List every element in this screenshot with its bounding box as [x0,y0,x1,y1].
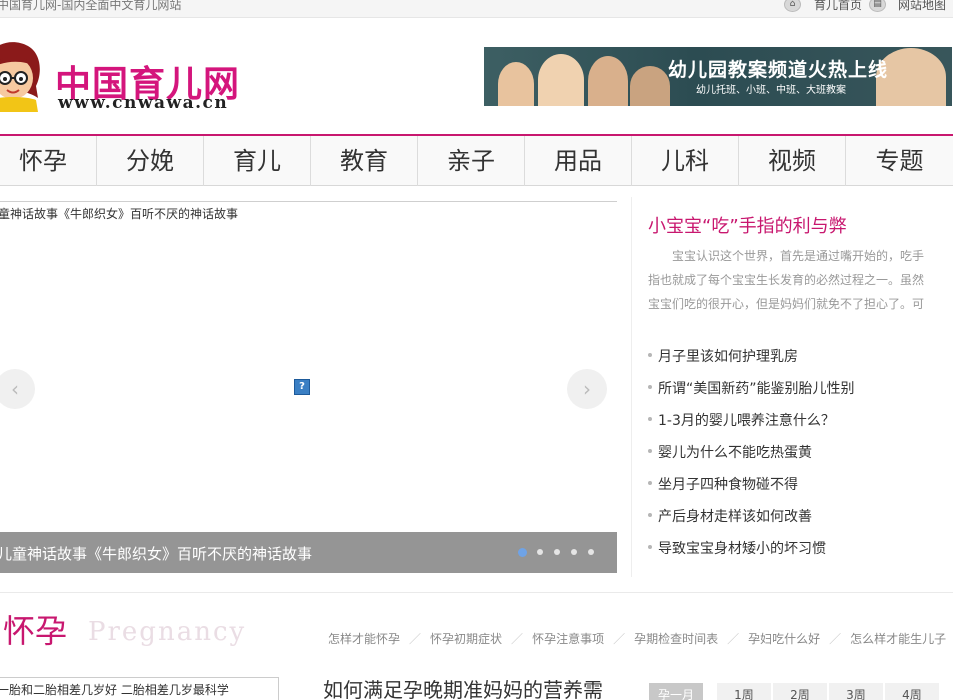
slide-caption-bar: 儿童神话故事《牛郎织女》百听不厌的神话故事 [0,532,617,573]
section-sub-list: 一胎和二胎相差几岁好 二胎相差几岁最科学 [0,677,279,700]
section-link[interactable]: 怎么样才能生儿子 [850,630,946,647]
top-bar: 中国育儿网-国内全面中文育儿网站 ⌂ 育儿首页 ▤ 网站地图 [0,0,953,18]
list-item[interactable]: 导致宝宝身材矮小的坏习惯 [648,538,826,558]
section-link[interactable]: 怎样才能怀孕 [328,630,400,647]
broken-image-icon: ? [294,379,310,395]
list-item[interactable]: 婴儿为什么不能吃热蛋黄 [648,442,812,462]
nav-item-pediatrics[interactable]: 儿科 [632,136,739,186]
promo-banner[interactable]: 幼儿园教案频道火热上线 幼儿托班、小班、中班、大班教案 [484,47,952,106]
section-link[interactable]: 怀孕初期症状 [430,630,502,647]
tab-month-1[interactable]: 孕一月 [649,683,703,700]
list-item[interactable]: 坐月子四种食物碰不得 [648,474,798,494]
site-title: 中国育儿网-国内全面中文育儿网站 [0,0,182,12]
list-item-label: 所谓“美国新药”能鉴别胎儿性别 [658,381,855,397]
list-item-label: 产后身材走样该如何改善 [658,509,812,525]
image-slider[interactable]: 童神话故事《牛郎织女》百听不厌的神话故事 ‹ ? › 儿童神话故事《牛郎织女》百… [0,201,617,573]
section-link[interactable]: 怀孕注意事项 [532,630,604,647]
bullet-icon [648,353,652,357]
section-divider [0,592,953,593]
separator: ／ [829,632,842,646]
slider-dot[interactable] [554,549,560,555]
separator: ／ [409,632,422,646]
home-link[interactable]: 育儿首页 [814,0,862,13]
nav-item-family[interactable]: 亲子 [418,136,525,186]
section-link[interactable]: 孕妇吃什么好 [748,630,820,647]
banner-child-image [538,54,584,106]
list-item-label: 坐月子四种食物碰不得 [658,477,798,493]
banner-subtitle: 幼儿托班、小班、中班、大班教案 [696,85,846,96]
main-nav: 怀孕 分娩 育儿 教育 亲子 用品 儿科 视频 专题 [0,134,953,186]
header: 中国育儿网 www.cnwawa.cn 幼儿园教案频道火热上线 幼儿托班、小班、… [0,19,953,133]
tab-week-4[interactable]: 4周 [885,683,939,700]
slider-dot[interactable] [518,548,527,557]
separator: ／ [613,632,626,646]
bullet-icon [648,449,652,453]
slider-dot[interactable] [537,549,543,555]
featured-panel: 小宝宝“吃”手指的利与弊 宝宝认识这个世界，首先是通过嘴开始的，吃手指也就成了每… [631,197,951,577]
list-item-label: 月子里该如何护理乳房 [658,349,798,365]
list-item-label: 导致宝宝身材矮小的坏习惯 [658,541,826,557]
nav-item-pregnancy[interactable]: 怀孕 [0,136,97,186]
list-item[interactable]: 所谓“美国新药”能鉴别胎儿性别 [648,378,855,398]
section-title[interactable]: 怀孕 [3,606,67,652]
banner-child-image [630,66,670,106]
slider-dot[interactable] [571,549,577,555]
sitemap-icon: ▤ [869,0,886,12]
logo-mascot-icon[interactable] [0,38,50,112]
bullet-icon [648,481,652,485]
section-title-en: Pregnancy [88,617,247,647]
bullet-icon [648,513,652,517]
section-links: 怎样才能怀孕 ／ 怀孕初期症状 ／ 怀孕注意事项 ／ 孕期检查时间表 ／ 孕妇吃什么好 ／ 怎么样才… [328,630,946,647]
slider-prev-button[interactable]: ‹ [0,369,35,409]
bullet-icon [648,545,652,549]
banner-child-image [588,56,628,106]
logo-url: www.cnwawa.cn [58,93,229,113]
nav-item-education[interactable]: 教育 [311,136,418,186]
bullet-icon [648,385,652,389]
nav-item-products[interactable]: 用品 [525,136,632,186]
separator: ／ [511,632,524,646]
nav-item-video[interactable]: 视频 [739,136,846,186]
featured-description: 宝宝认识这个世界，首先是通过嘴开始的，吃手指也就成了每个宝宝生长发育的必然过程之… [648,249,925,311]
sitemap-link[interactable]: 网站地图 [898,0,946,13]
bullet-icon [648,417,652,421]
section-link[interactable]: 孕期检查时间表 [634,630,718,647]
home-icon: ⌂ [784,0,801,12]
banner-child-image [498,62,534,106]
article-title[interactable]: 如何满足孕晚期准妈妈的营养需 [323,674,603,700]
tab-week-2[interactable]: 2周 [773,683,827,700]
list-item[interactable]: 1-3月的婴儿喂养注意什么？ [648,410,835,430]
slide-image-alt-text: 童神话故事《牛郎织女》百听不厌的神话故事 [0,207,239,221]
slide-caption[interactable]: 儿童神话故事《牛郎织女》百听不厌的神话故事 [0,543,312,564]
nav-item-childbirth[interactable]: 分娩 [97,136,204,186]
list-item[interactable]: 产后身材走样该如何改善 [648,506,812,526]
slider-next-button[interactable]: › [567,369,607,409]
list-item-label: 1-3月的婴儿喂养注意什么？ [658,413,835,429]
tab-week-3[interactable]: 3周 [829,683,883,700]
nav-item-topics[interactable]: 专题 [846,136,953,186]
list-item-label: 婴儿为什么不能吃热蛋黄 [658,445,812,461]
list-item[interactable]: 月子里该如何护理乳房 [648,346,798,366]
separator: ／ [727,632,740,646]
slider-dot[interactable] [588,549,594,555]
banner-title: 幼儿园教案频道火热上线 [668,59,889,81]
featured-title[interactable]: 小宝宝“吃”手指的利与弊 [648,212,847,238]
nav-item-parenting[interactable]: 育儿 [204,136,311,186]
tab-week-1[interactable]: 1周 [717,683,771,700]
sub-list-link[interactable]: 一胎和二胎相差几岁好 二胎相差几岁最科学 [0,681,229,698]
